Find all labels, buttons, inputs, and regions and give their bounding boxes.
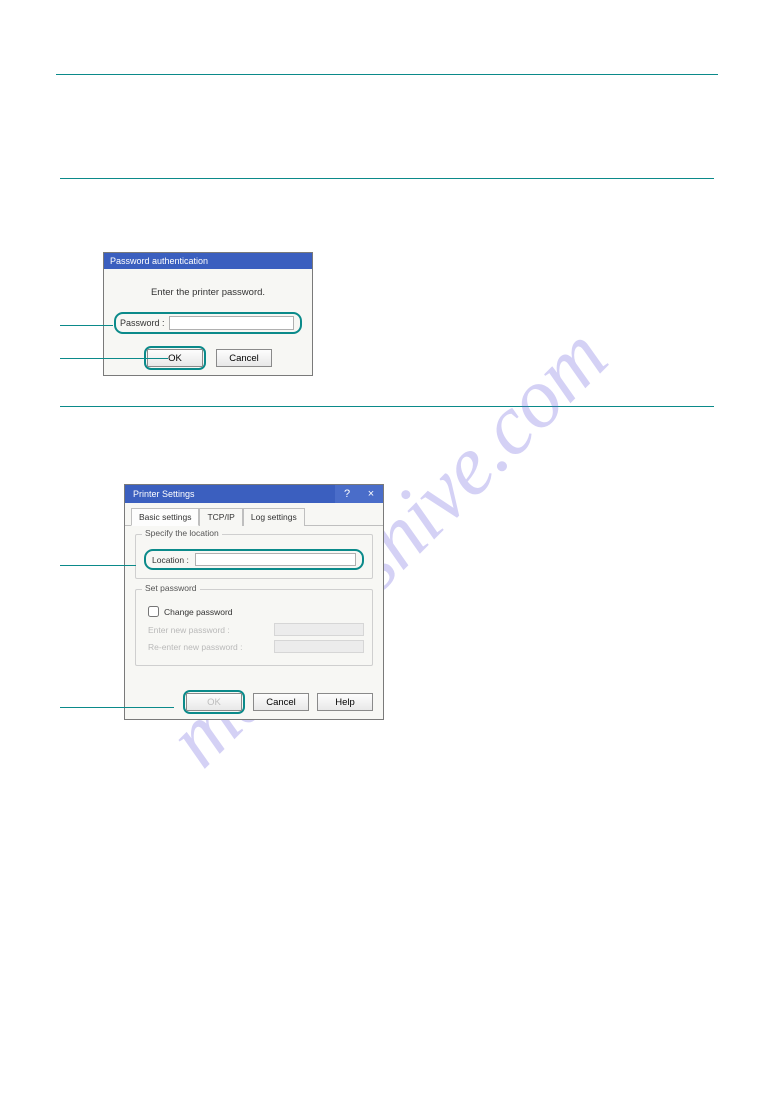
location-input[interactable] [195,553,356,566]
callout-line [60,358,168,359]
tab-tcpip[interactable]: TCP/IP [199,508,242,526]
dialog-titlebar: Printer Settings ? × [125,485,383,503]
group-title: Specify the location [142,528,222,538]
ok-button[interactable]: OK [186,693,242,711]
reenter-new-password-label: Re-enter new password : [148,642,243,652]
tab-basic-settings[interactable]: Basic settings [131,508,199,526]
group-specify-location: Specify the location Location : [135,534,373,579]
group-set-password: Set password Change password Enter new p… [135,589,373,666]
close-icon[interactable]: × [359,485,383,503]
callout-line [60,565,136,566]
dialog-title: Printer Settings [133,485,195,503]
password-input[interactable] [169,316,294,330]
dialog-title: Password authentication [104,253,312,269]
help-icon[interactable]: ? [335,485,359,503]
page-divider [60,178,714,179]
callout-line [60,325,113,326]
callout-line [60,707,174,708]
help-button[interactable]: Help [317,693,373,711]
change-password-label: Change password [164,607,233,617]
password-label: Password : [120,318,165,328]
location-row: Location : [144,549,364,570]
tab-log-settings[interactable]: Log settings [243,508,305,526]
password-row: Password : [114,312,302,334]
page-divider [60,406,714,407]
enter-new-password-label: Enter new password : [148,625,230,635]
password-prompt: Enter the printer password. [114,287,302,298]
location-label: Location : [152,555,189,565]
change-password-checkbox[interactable] [148,606,159,617]
tabs-row: Basic settings TCP/IP Log settings [125,503,383,526]
cancel-button[interactable]: Cancel [253,693,309,711]
reenter-new-password-input [274,640,364,653]
printer-settings-dialog: Printer Settings ? × Basic settings TCP/… [124,484,384,720]
page-divider [56,74,718,75]
cancel-button[interactable]: Cancel [216,349,272,367]
group-title: Set password [142,583,200,593]
ok-highlight: OK [183,690,245,714]
enter-new-password-input [274,623,364,636]
